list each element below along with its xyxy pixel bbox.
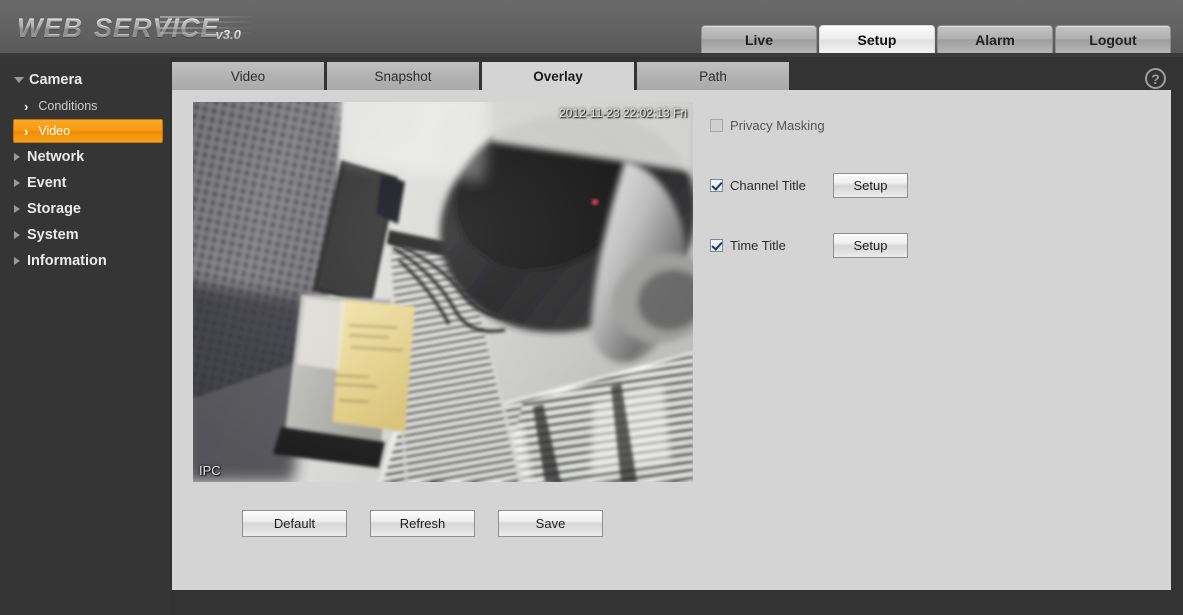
logo-text: WEB SERVICE [17,12,220,43]
video-channel-overlay: IPC [199,463,221,478]
sidebar-group-label: System [27,227,79,243]
caret-right-icon [14,257,20,265]
privacy-masking-label: Privacy Masking [730,117,825,133]
tab-path[interactable]: Path [637,62,789,90]
save-button[interactable]: Save [498,510,603,537]
caret-down-icon [14,77,24,83]
sidebar-group-information[interactable]: Information [0,248,170,274]
sidebar-group-event[interactable]: Event [0,170,170,196]
tab-strip: Video Snapshot Overlay Path [170,62,1183,90]
sidebar-group-label: Event [27,175,67,191]
chevron-right-icon: › [24,123,29,139]
chevron-right-icon: › [24,98,29,114]
nav-button-live[interactable]: Live [701,25,817,54]
sidebar-item-video[interactable]: › Video [13,119,163,143]
sidebar-item-conditions[interactable]: › Conditions [13,94,163,118]
tab-video[interactable]: Video [172,62,324,90]
video-timestamp-overlay: 2012-11-23 22:02:13 Fri [559,106,687,120]
sidebar-group-camera[interactable]: Camera [0,67,170,93]
caret-right-icon [14,179,20,187]
sidebar-item-label: Video [38,124,71,138]
logo-version: v3.0 [215,27,241,42]
app-logo: WEB SERVICE v3.0 [17,8,241,48]
tab-snapshot[interactable]: Snapshot [327,62,479,90]
refresh-button[interactable]: Refresh [370,510,475,537]
help-icon[interactable]: ? [1145,68,1166,89]
nav-button-logout[interactable]: Logout [1055,25,1171,54]
sidebar-group-network[interactable]: Network [0,144,170,170]
sidebar-group-label: Storage [27,201,81,217]
sidebar-group-storage[interactable]: Storage [0,196,170,222]
sidebar-item-label: Conditions [38,99,98,113]
channel-title-label: Channel Title [730,177,806,193]
nav-button-setup[interactable]: Setup [819,25,935,54]
nav-button-alarm[interactable]: Alarm [937,25,1053,54]
channel-title-setup-button[interactable]: Setup [833,173,908,198]
header-divider [0,53,1183,57]
sidebar-group-system[interactable]: System [0,222,170,248]
default-button[interactable]: Default [242,510,347,537]
sidebar: Camera › Conditions › Video Network Even… [0,57,170,615]
content-panel: 2012-11-23 22:02:13 Fri IPC Privacy Mask… [172,90,1171,590]
time-title-setup-button[interactable]: Setup [833,233,908,258]
video-frame-image [193,102,693,482]
privacy-masking-checkbox[interactable] [710,118,723,132]
app-header: WEB SERVICE v3.0 Live Setup Alarm Logout [0,0,1183,57]
time-title-label: Time Title [730,237,786,253]
top-navigation: Live Setup Alarm Logout [699,25,1171,54]
action-buttons: Default Refresh Save [242,510,626,537]
privacy-masking-row: Privacy Masking [710,114,825,136]
time-title-row: Time Title [710,234,786,256]
caret-right-icon [14,153,20,161]
video-preview[interactable]: 2012-11-23 22:02:13 Fri IPC [193,102,693,482]
caret-right-icon [14,231,20,239]
sidebar-group-label: Information [27,253,107,269]
time-title-checkbox[interactable] [710,238,723,252]
sidebar-group-label: Network [27,149,85,165]
channel-title-row: Channel Title [710,174,806,196]
tab-overlay[interactable]: Overlay [482,62,634,90]
sidebar-group-label: Camera [29,72,83,88]
caret-right-icon [14,205,20,213]
channel-title-checkbox[interactable] [710,178,723,192]
